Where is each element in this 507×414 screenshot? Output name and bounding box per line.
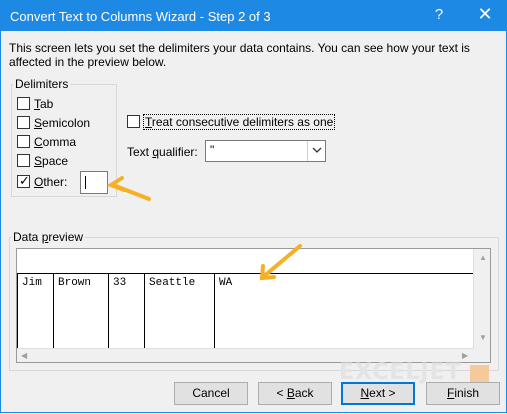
window-title: Convert Text to Columns Wizard - Step 2 …: [10, 9, 271, 24]
scroll-left-icon[interactable]: ◀: [21, 351, 27, 360]
help-icon[interactable]: ?: [431, 6, 447, 23]
checkbox-label-tab: Tab: [34, 97, 54, 111]
checkbox-box[interactable]: ✓: [17, 173, 30, 188]
checkbox-label-other: Other:: [34, 175, 68, 189]
close-icon[interactable]: ✕: [475, 4, 495, 25]
text-caret: [85, 176, 86, 189]
description-text: This screen lets you set the delimiters …: [9, 41, 470, 69]
checkbox-box[interactable]: [17, 135, 30, 148]
text-qualifier-value: ": [210, 143, 215, 157]
delimiters-group-label: Delimiters: [13, 77, 71, 91]
preview-column[interactable]: Brown: [53, 273, 108, 349]
data-preview-box[interactable]: Jim Brown 33 Seattle WA ▲ ▼ ◀ ▶: [16, 248, 491, 363]
text-qualifier-select[interactable]: ": [205, 140, 326, 162]
checkmark-icon: ✓: [19, 173, 30, 188]
checkbox-box[interactable]: [127, 115, 140, 128]
preview-column[interactable]: WA: [214, 273, 474, 349]
next-button[interactable]: Next >: [341, 382, 415, 405]
checkbox-box[interactable]: [17, 116, 30, 129]
checkbox-label-space: Space: [34, 154, 69, 168]
other-delimiter-input[interactable]: [80, 171, 108, 194]
checkbox-box[interactable]: [17, 97, 30, 110]
back-button[interactable]: < Back: [258, 382, 332, 405]
data-preview-label: Data preview: [11, 230, 86, 244]
title-bar: Convert Text to Columns Wizard - Step 2 …: [1, 1, 506, 31]
scroll-down-icon[interactable]: ▼: [479, 333, 487, 342]
checkbox-box[interactable]: [17, 154, 30, 167]
checkbox-label-semicolon: Semicolon: [34, 116, 91, 130]
preview-vertical-scrollbar[interactable]: ▲ ▼: [473, 249, 490, 362]
checkbox-label-comma: Comma: [34, 135, 77, 149]
finish-button[interactable]: Finish: [426, 382, 500, 405]
scroll-right-icon[interactable]: ▶: [462, 351, 468, 360]
preview-column[interactable]: Jim: [17, 273, 53, 349]
scroll-up-icon[interactable]: ▲: [479, 253, 487, 262]
checkbox-label-treat-consecutive: Treat consecutive delimiters as one: [143, 114, 336, 130]
text-qualifier-label: Text qualifier:: [127, 145, 198, 159]
wizard-dialog: Convert Text to Columns Wizard - Step 2 …: [0, 0, 507, 413]
chevron-down-icon[interactable]: [307, 141, 325, 161]
preview-column[interactable]: 33: [108, 273, 144, 349]
preview-column[interactable]: Seattle: [144, 273, 214, 349]
cancel-button[interactable]: Cancel: [174, 382, 248, 405]
